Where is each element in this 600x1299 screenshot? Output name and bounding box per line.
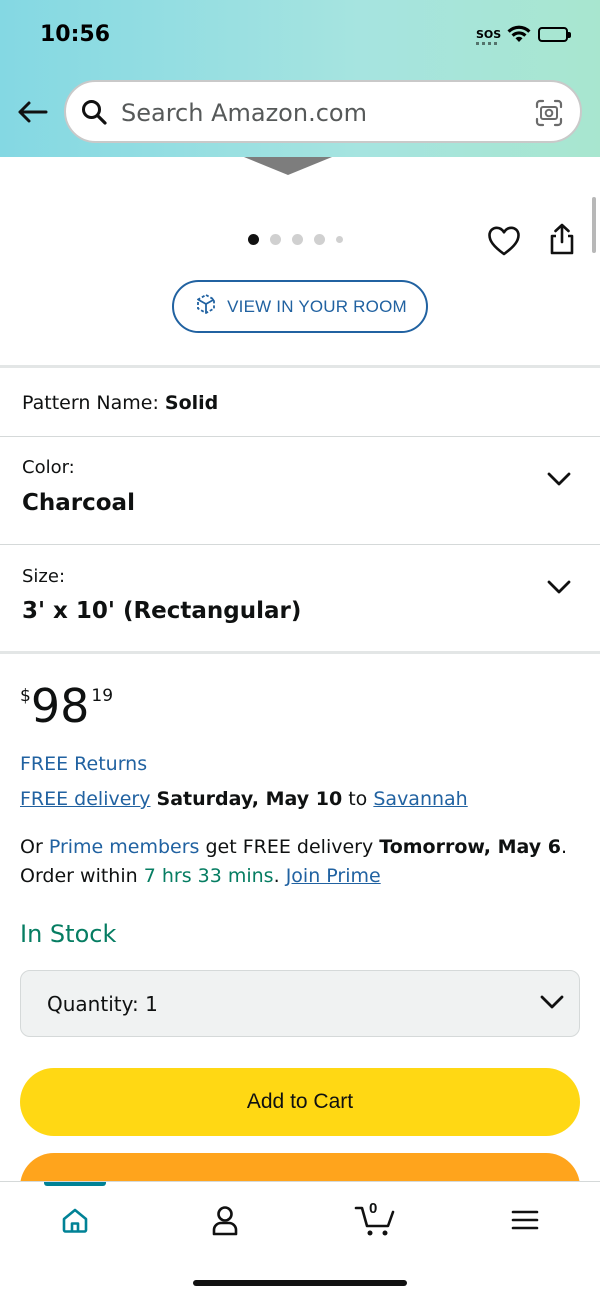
pattern-value: Solid bbox=[164, 392, 219, 414]
carousel-dot[interactable] bbox=[336, 236, 343, 243]
carousel-dot[interactable] bbox=[270, 234, 281, 245]
prime-prefix: Or bbox=[20, 836, 43, 858]
user-icon bbox=[212, 1206, 238, 1236]
nav-account[interactable] bbox=[195, 1200, 255, 1240]
price-currency: $ bbox=[20, 686, 31, 706]
quantity-text: Quantity: 1 bbox=[47, 992, 158, 1016]
active-tab-indicator bbox=[44, 1182, 106, 1186]
join-prime-link[interactable]: Join Prime bbox=[286, 865, 381, 887]
search-bar[interactable]: Search Amazon.com bbox=[64, 80, 582, 143]
size-value: 3' x 10' (Rectangular) bbox=[22, 598, 302, 624]
ar-cube-icon bbox=[193, 291, 219, 322]
delivery-info: FREE delivery Saturday, May 10 to Savann… bbox=[20, 788, 468, 810]
divider bbox=[0, 436, 600, 437]
share-icon[interactable] bbox=[547, 222, 577, 260]
chevron-down-icon[interactable] bbox=[546, 578, 572, 600]
wifi-icon bbox=[506, 24, 532, 48]
hamburger-menu-icon bbox=[511, 1210, 539, 1230]
delivery-location-link[interactable]: Savannah bbox=[373, 788, 467, 810]
carousel-dot[interactable] bbox=[292, 234, 303, 245]
free-returns-link[interactable]: FREE Returns bbox=[20, 753, 147, 775]
nav-home[interactable] bbox=[45, 1200, 105, 1240]
prime-members-link[interactable]: Prime members bbox=[49, 836, 200, 858]
quantity-value: 1 bbox=[145, 992, 158, 1016]
section-divider bbox=[0, 365, 600, 368]
header: 10:56 SOS Search Amazon.com bbox=[0, 0, 600, 157]
heart-icon[interactable] bbox=[487, 225, 521, 261]
prime-date: Tomorrow, May 6 bbox=[379, 836, 561, 858]
view-in-your-room-button[interactable]: VIEW IN YOUR ROOM bbox=[172, 280, 428, 333]
free-delivery-link[interactable]: FREE delivery bbox=[20, 788, 150, 810]
color-value: Charcoal bbox=[22, 490, 135, 516]
delivery-date: Saturday, May 10 bbox=[156, 788, 343, 810]
pattern-name-row: Pattern Name: Solid bbox=[22, 392, 218, 414]
product-image[interactable] bbox=[244, 157, 332, 175]
quantity-label: Quantity: bbox=[47, 992, 139, 1016]
carousel-dot[interactable] bbox=[248, 234, 259, 245]
price-whole: 98 bbox=[30, 679, 90, 733]
pattern-label: Pattern Name: bbox=[22, 392, 159, 414]
home-icon bbox=[62, 1208, 88, 1233]
price: $ 98 19 bbox=[20, 682, 113, 730]
chevron-down-icon bbox=[539, 993, 565, 1015]
prime-delivery-info: Or Prime members get FREE delivery Tomor… bbox=[20, 833, 580, 891]
countdown-period: . bbox=[273, 865, 280, 887]
status-bar: 10:56 SOS bbox=[0, 0, 600, 70]
section-divider bbox=[0, 651, 600, 654]
delivery-to: to bbox=[348, 788, 368, 810]
sos-indicator: SOS bbox=[476, 28, 502, 41]
search-icon bbox=[80, 98, 108, 130]
divider bbox=[0, 544, 600, 545]
bottom-nav: 0 bbox=[0, 1181, 600, 1299]
camera-scan-icon[interactable] bbox=[534, 98, 564, 132]
chevron-down-icon[interactable] bbox=[546, 470, 572, 492]
carousel-dot[interactable] bbox=[314, 234, 325, 245]
stock-status: In Stock bbox=[20, 920, 117, 948]
image-carousel-dots[interactable] bbox=[248, 234, 343, 245]
home-indicator bbox=[193, 1280, 407, 1286]
battery-icon bbox=[538, 27, 571, 42]
color-label: Color: bbox=[22, 457, 75, 478]
status-time: 10:56 bbox=[40, 22, 111, 47]
scrollbar[interactable] bbox=[592, 197, 596, 253]
quantity-dropdown[interactable]: Quantity: 1 bbox=[20, 970, 580, 1037]
nav-menu[interactable] bbox=[495, 1200, 555, 1240]
order-countdown: 7 hrs 33 mins bbox=[143, 865, 274, 887]
price-fraction: 19 bbox=[91, 686, 114, 706]
prime-period: . bbox=[560, 836, 567, 858]
prime-text: get FREE delivery bbox=[205, 836, 374, 858]
arrow-left-icon bbox=[18, 101, 48, 123]
back-button[interactable] bbox=[14, 94, 50, 130]
nav-cart[interactable]: 0 bbox=[345, 1200, 405, 1240]
cart-count: 0 bbox=[369, 1200, 378, 1217]
search-input[interactable]: Search Amazon.com bbox=[121, 99, 367, 127]
order-within-text: Order within bbox=[20, 865, 138, 887]
size-label: Size: bbox=[22, 566, 66, 587]
signal-dots bbox=[476, 42, 498, 45]
add-to-cart-button[interactable]: Add to Cart bbox=[20, 1068, 580, 1136]
view-in-your-room-label: VIEW IN YOUR ROOM bbox=[227, 296, 407, 316]
